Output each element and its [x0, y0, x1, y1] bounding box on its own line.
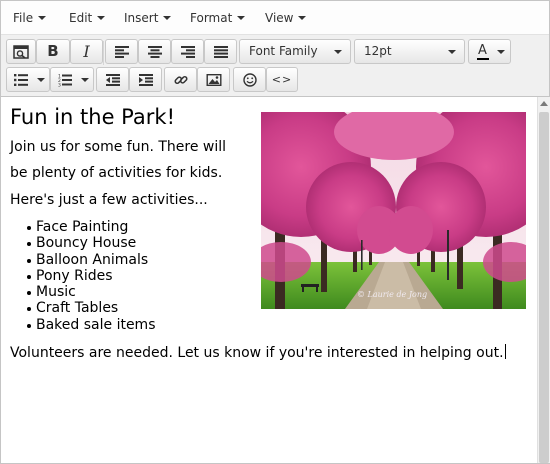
- menu-format[interactable]: Format: [190, 1, 246, 35]
- chevron-down-icon: [298, 16, 307, 20]
- italic-icon: I: [83, 42, 90, 61]
- find-button[interactable]: [6, 39, 36, 64]
- menu-edit[interactable]: Edit: [69, 1, 106, 35]
- insert-link-button[interactable]: [164, 67, 197, 92]
- chevron-down-icon: [81, 78, 89, 82]
- align-left-button[interactable]: [105, 39, 138, 64]
- menu-file-label: File: [13, 11, 34, 25]
- emoticon-icon: [242, 72, 257, 87]
- chevron-down-icon: [38, 16, 47, 20]
- align-justify-button[interactable]: [204, 39, 237, 64]
- activities-list: Face Painting Bouncy House Balloon Anima…: [10, 219, 156, 333]
- numbered-list-icon: 1 2 3: [58, 73, 72, 86]
- closing-text: Volunteers are needed. Let us know if yo…: [10, 345, 504, 361]
- numbered-list-button[interactable]: 1 2 3: [50, 67, 94, 92]
- list-item: Bouncy House: [10, 235, 156, 251]
- rich-text-editor: File Edit Insert Format View B I Font Fa…: [0, 0, 550, 464]
- link-icon: [173, 75, 188, 84]
- font-family-select[interactable]: Font Family: [239, 39, 351, 64]
- menu-file[interactable]: File: [13, 1, 47, 35]
- scrollbar-thumb[interactable]: [539, 112, 549, 463]
- align-center-icon: [147, 45, 162, 58]
- image-icon: [206, 73, 221, 86]
- align-right-icon: [180, 45, 195, 58]
- document-title: Fun in the Park!: [10, 105, 175, 129]
- list-item: Pony Rides: [10, 268, 156, 284]
- chevron-down-icon: [334, 50, 342, 54]
- chevron-down-icon: [37, 78, 45, 82]
- list-item: Baked sale items: [10, 317, 156, 333]
- bold-icon: B: [47, 42, 59, 60]
- font-family-value: Font Family: [249, 44, 318, 58]
- align-justify-icon: [213, 45, 228, 58]
- toolbar-divider: [103, 41, 104, 65]
- text-cursor: [504, 344, 506, 359]
- chevron-down-icon: [163, 16, 172, 20]
- text-color-button[interactable]: A: [468, 39, 511, 64]
- menu-insert[interactable]: Insert: [124, 1, 172, 35]
- source-code-button[interactable]: <>: [266, 67, 298, 92]
- photo-watermark: © Laurie de Jong: [357, 290, 428, 299]
- bullet-list-button[interactable]: [6, 67, 50, 92]
- svg-text:3: 3: [58, 82, 61, 86]
- list-item: Face Painting: [10, 219, 156, 235]
- outdent-icon: [105, 73, 120, 86]
- bold-button[interactable]: B: [36, 39, 70, 64]
- scroll-up-icon[interactable]: [540, 101, 548, 106]
- italic-button[interactable]: I: [70, 39, 103, 64]
- list-item: Balloon Animals: [10, 252, 156, 268]
- paragraph-2: be plenty of activities for kids.: [10, 165, 223, 181]
- closing-paragraph: Volunteers are needed. Let us know if yo…: [10, 344, 525, 362]
- toolbar: B I Font Family 12pt A 1 2 3 <>: [1, 35, 549, 97]
- menubar: File Edit Insert Format View: [1, 1, 549, 35]
- menu-edit-label: Edit: [69, 11, 93, 25]
- align-center-button[interactable]: [138, 39, 171, 64]
- emoticon-button[interactable]: [233, 67, 266, 92]
- list-item: Music: [10, 284, 156, 300]
- font-size-value: 12pt: [364, 44, 392, 58]
- paragraph-1: Join us for some fun. There will: [10, 139, 227, 155]
- menu-view[interactable]: View: [265, 1, 307, 35]
- indent-button[interactable]: [129, 67, 162, 92]
- editor-content[interactable]: Fun in the Park! Join us for some fun. T…: [1, 97, 537, 463]
- align-left-icon: [114, 45, 129, 58]
- paragraph-3: Here's just a few activities...: [10, 192, 208, 208]
- menu-insert-label: Insert: [124, 11, 159, 25]
- outdent-button[interactable]: [96, 67, 129, 92]
- text-color-indicator: [477, 58, 489, 60]
- chevron-down-icon: [448, 50, 456, 54]
- font-size-select[interactable]: 12pt: [354, 39, 465, 64]
- indent-icon: [138, 73, 153, 86]
- vertical-scrollbar[interactable]: [537, 97, 550, 463]
- park-photo-illustration: [261, 112, 526, 309]
- chevron-down-icon: [237, 16, 246, 20]
- chevron-down-icon: [97, 16, 106, 20]
- bullet-list-icon: [14, 73, 28, 86]
- list-item: Craft Tables: [10, 300, 156, 316]
- park-photo[interactable]: © Laurie de Jong: [261, 112, 526, 309]
- align-right-button[interactable]: [171, 39, 204, 64]
- chevron-down-icon: [497, 50, 505, 54]
- insert-image-button[interactable]: [197, 67, 230, 92]
- code-icon: <>: [271, 73, 293, 86]
- menu-view-label: View: [265, 11, 294, 25]
- find-icon: [13, 44, 29, 59]
- menu-format-label: Format: [190, 11, 233, 25]
